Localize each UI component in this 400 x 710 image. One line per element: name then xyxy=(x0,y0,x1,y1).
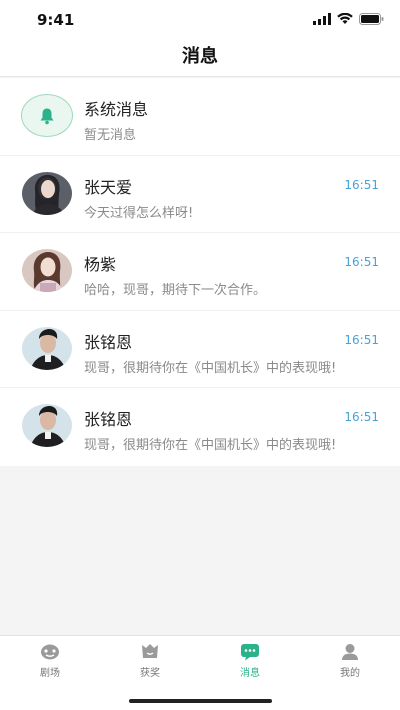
profile-icon xyxy=(342,644,358,660)
conversation-name: 杨紫 xyxy=(84,255,117,274)
avatar xyxy=(22,404,72,447)
conversation-name: 张天爱 xyxy=(84,177,133,197)
conversation-preview: 现哥，很期待你在《中国机长》中的表现哦! xyxy=(84,438,337,453)
cellular-signal-icon xyxy=(313,13,331,25)
conversation-time: 16:51 xyxy=(344,332,379,347)
status-icons xyxy=(313,13,384,25)
avatar xyxy=(22,171,72,215)
battery-icon xyxy=(359,13,384,25)
message-list: 系统消息 暂无消息 张天爱 16:51 今天过得怎么样呀! 杨紫 16:51 哈… xyxy=(0,78,400,466)
status-bar: 9:41 xyxy=(0,0,400,40)
status-time: 9:41 xyxy=(37,11,75,29)
navigation-bar: 消息 xyxy=(0,40,400,77)
bell-icon xyxy=(40,108,54,124)
tab-message[interactable]: 消息 xyxy=(200,643,300,679)
system-avatar xyxy=(21,94,73,137)
conversation-time: 16:51 xyxy=(344,410,379,424)
conversation-name: 系统消息 xyxy=(84,100,149,119)
conversation-preview: 哈哈，现哥，期待下一次合作。 xyxy=(84,283,267,298)
avatar xyxy=(22,326,72,370)
conversation-row[interactable]: 张天爱 16:51 今天过得怎么样呀! xyxy=(0,156,400,233)
page-title: 消息 xyxy=(182,46,218,67)
conversation-preview: 今天过得怎么样呀! xyxy=(84,205,194,221)
tab-theater[interactable]: 剧场 xyxy=(0,643,100,679)
conversation-row[interactable]: 张铭恩 16:51 现哥，很期待你在《中国机长》中的表现哦! xyxy=(0,311,400,388)
tab-label: 我的 xyxy=(340,668,360,679)
avatar xyxy=(22,249,72,292)
conversation-name: 张铭恩 xyxy=(84,332,133,352)
tab-label: 获奖 xyxy=(140,668,160,679)
conversation-preview: 现哥，很期待你在《中国机长》中的表现哦! xyxy=(84,360,337,376)
conversation-name: 张铭恩 xyxy=(84,410,133,429)
theater-icon xyxy=(41,644,59,660)
conversation-time: 16:51 xyxy=(344,177,379,192)
message-icon xyxy=(241,644,259,661)
conversation-preview: 暂无消息 xyxy=(84,128,137,143)
system-message-row[interactable]: 系统消息 暂无消息 xyxy=(0,78,400,156)
home-indicator[interactable] xyxy=(129,699,272,703)
tab-award[interactable]: 获奖 xyxy=(100,643,200,679)
conversation-row[interactable]: 张铭恩 16:51 现哥，很期待你在《中国机长》中的表现哦! xyxy=(0,388,400,466)
tab-profile[interactable]: 我的 xyxy=(300,643,400,679)
tab-label: 剧场 xyxy=(40,668,60,679)
conversation-time: 16:51 xyxy=(344,255,379,269)
tab-label: 消息 xyxy=(240,668,260,679)
conversation-row[interactable]: 杨紫 16:51 哈哈，现哥，期待下一次合作。 xyxy=(0,233,400,311)
wifi-icon xyxy=(337,13,353,24)
award-icon xyxy=(142,644,158,658)
